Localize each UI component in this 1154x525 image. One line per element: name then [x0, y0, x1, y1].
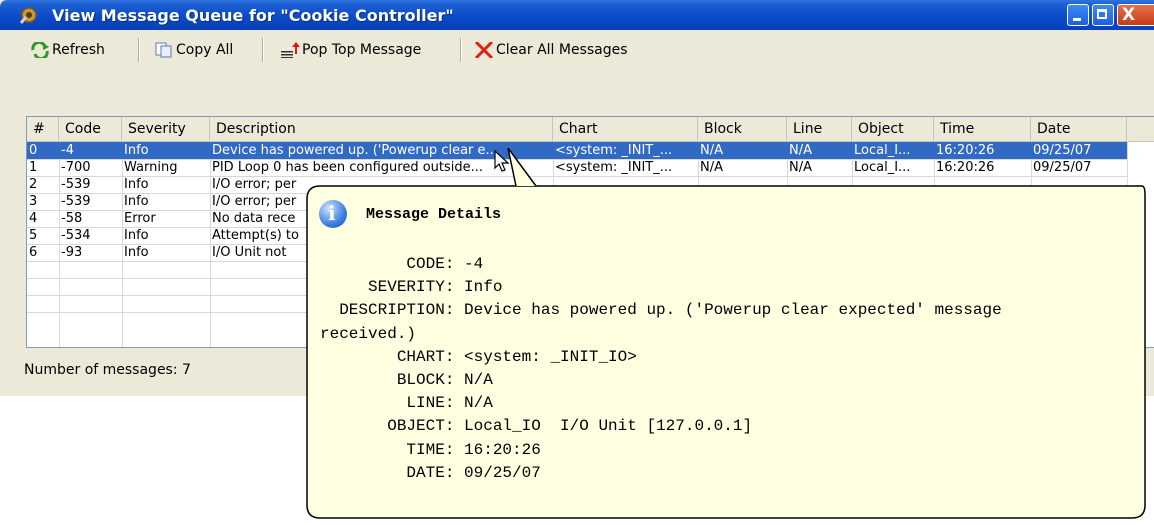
table-cell: 6 [29, 245, 38, 260]
table-cell: 1 [29, 160, 38, 175]
pop-top-icon [281, 42, 300, 58]
table-cell: -700 [61, 160, 91, 175]
toolbar-separator [262, 38, 264, 62]
toolbar-separator [138, 38, 140, 62]
clear-all-messages-label: Clear All Messages [496, 42, 628, 58]
table-cell: 3 [29, 194, 38, 209]
title-bar[interactable]: View Message Queue for "Cookie Controlle… [0, 0, 1154, 30]
red-x-icon [474, 42, 494, 58]
table-cell: <system: _INIT_... [555, 160, 673, 175]
refresh-label: Refresh [52, 42, 105, 58]
table-cell: 09/25/07 [1033, 143, 1092, 158]
table-cell: -539 [61, 194, 91, 209]
table-cell: N/A [700, 160, 723, 175]
column-header-line[interactable]: Line [787, 117, 852, 141]
table-cell: <system: _INIT_... [555, 143, 673, 158]
column-header-time[interactable]: Time [934, 117, 1031, 141]
table-cell: -93 [61, 245, 83, 260]
column-header-severity[interactable]: Severity [122, 117, 210, 141]
table-cell: 16:20:26 [936, 160, 995, 175]
table-cell: N/A [789, 160, 812, 175]
table-cell: Info [124, 194, 149, 209]
table-cell: Local_I... [854, 143, 911, 158]
table-cell: Warning [124, 160, 178, 175]
table-cell: 09/25/07 [1033, 160, 1092, 175]
refresh-button[interactable]: Refresh [30, 39, 105, 61]
table-cell: 4 [29, 211, 38, 226]
table-cell: 5 [29, 228, 38, 243]
minimize-icon [1073, 18, 1081, 21]
list-header: # Code Severity Description Chart Block … [27, 117, 1154, 142]
status-message-count: Number of messages: 7 [24, 362, 191, 378]
clear-all-messages-button[interactable]: Clear All Messages [474, 39, 628, 61]
pop-top-message-button[interactable]: Pop Top Message [280, 39, 421, 61]
window-title: View Message Queue for "Cookie Controlle… [52, 6, 454, 25]
minimize-button[interactable] [1067, 4, 1089, 26]
refresh-icon [31, 42, 49, 58]
tooltip-details: CODE: -4 SEVERITY: Info DESCRIPTION: Dev… [320, 255, 1002, 482]
column-header-object[interactable]: Object [852, 117, 934, 141]
table-cell: N/A [700, 143, 723, 158]
table-cell: -534 [61, 228, 91, 243]
column-header-number[interactable]: # [27, 117, 59, 141]
toolbar-separator [460, 38, 462, 62]
table-cell: Info [124, 245, 149, 260]
table-cell: 0 [29, 143, 38, 158]
table-row[interactable]: 1 -700 Warning PID Loop 0 has been configur… [27, 159, 1127, 176]
table-cell: Local_I... [854, 160, 911, 175]
tooltip-title: Message Details [366, 206, 502, 223]
column-header-date[interactable]: Date [1031, 117, 1127, 141]
pop-top-message-label: Pop Top Message [302, 42, 422, 58]
close-icon: X [1122, 5, 1136, 25]
column-header-code[interactable]: Code [59, 117, 122, 141]
close-button[interactable]: X [1117, 4, 1154, 26]
column-header-description[interactable]: Description [210, 117, 553, 141]
copy-all-button[interactable]: Copy All [154, 39, 233, 61]
table-cell: -539 [61, 177, 91, 192]
table-cell: Info [124, 143, 149, 158]
table-cell: -4 [61, 143, 74, 158]
mouse-cursor-icon [494, 150, 510, 172]
copy-icon [155, 42, 172, 58]
table-cell: 2 [29, 177, 38, 192]
maximize-button[interactable] [1092, 4, 1114, 26]
table-cell: 16:20:26 [936, 143, 995, 158]
table-cell: -58 [61, 211, 83, 226]
copy-all-label: Copy All [176, 42, 234, 58]
table-cell: Error [124, 211, 156, 226]
table-cell: Info [124, 228, 149, 243]
column-header-block[interactable]: Block [698, 117, 787, 141]
table-cell: N/A [789, 143, 812, 158]
table-cell: Info [124, 177, 149, 192]
table-row[interactable]: 0 -4 Info Device has powered up. ('Powerup … [27, 142, 1127, 159]
gear-app-icon [19, 7, 37, 24]
maximize-icon [1097, 9, 1107, 19]
info-icon: i [319, 200, 347, 228]
column-header-chart[interactable]: Chart [553, 117, 698, 141]
